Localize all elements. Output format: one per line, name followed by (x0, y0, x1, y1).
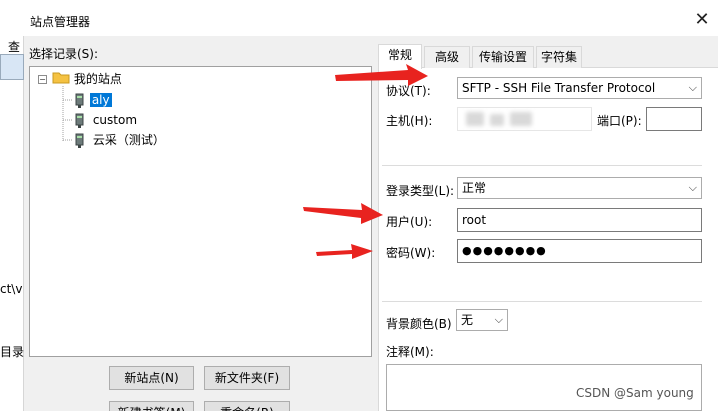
logon-type-value: 正常 (462, 181, 487, 195)
bg-color-label: 背景颜色(B) (386, 317, 452, 331)
tab-transfer-settings[interactable]: 传输设置 (472, 46, 534, 68)
rename-button[interactable]: 重命名(R) (204, 401, 290, 411)
user-label: 用户(U): (386, 215, 433, 229)
tree-connector-lines (62, 86, 72, 142)
watermark: CSDN @Sam young (576, 386, 694, 400)
logon-type-label: 登录类型(L): (386, 184, 455, 198)
tree-item-aly[interactable]: aly (74, 91, 112, 109)
tree-item-yuncai[interactable]: 云采（测试） (74, 131, 165, 149)
comments-label: 注释(M): (386, 345, 434, 359)
redacted-host-mark (466, 112, 484, 126)
tree-item-custom[interactable]: custom (74, 111, 137, 129)
separator (382, 165, 702, 166)
tree-item-label: aly (89, 93, 112, 107)
dropdown-arrow-icon: ⌵ (688, 81, 697, 94)
host-label: 主机(H): (386, 114, 433, 128)
close-icon[interactable]: ✕ (690, 8, 714, 32)
password-input[interactable]: ●●●●●●●● (457, 239, 702, 263)
dropdown-arrow-icon: ⌵ (688, 181, 697, 194)
redacted-host-mark (510, 112, 532, 126)
server-icon (75, 93, 84, 108)
redacted-host-mark (490, 114, 504, 126)
protocol-label: 协议(T): (386, 84, 431, 98)
bg-color-select[interactable]: 无 ⌵ (456, 309, 508, 331)
tree-item-label: 云采（测试） (92, 133, 165, 147)
new-folder-button[interactable]: 新文件夹(F) (204, 366, 290, 390)
server-icon (75, 133, 84, 148)
tab-general[interactable]: 常规 (378, 44, 422, 69)
port-input[interactable] (646, 107, 702, 131)
new-bookmark-button[interactable]: 新建书签(M) (109, 401, 194, 411)
tab-charset[interactable]: 字符集 (536, 46, 582, 68)
bg-color-value: 无 (461, 313, 474, 327)
background-status-fragment: 目录。 (0, 345, 24, 359)
tree-item-label: custom (92, 113, 138, 127)
protocol-value: SFTP - SSH File Transfer Protocol (462, 81, 656, 95)
new-site-button[interactable]: 新站点(N) (109, 366, 194, 390)
protocol-select[interactable]: SFTP - SSH File Transfer Protocol ⌵ (457, 77, 702, 99)
server-icon (75, 113, 84, 128)
port-label: 端口(P): (597, 114, 642, 128)
password-label: 密码(W): (386, 246, 436, 260)
tab-advanced[interactable]: 高级 (424, 46, 470, 68)
user-input[interactable]: root (457, 208, 702, 232)
site-manager-dialog: 查 ct\v 目录。 站点管理器 ✕ 选择记录(S): − 我的站点 aly (0, 0, 718, 411)
background-path-fragment: ct\v (0, 282, 23, 296)
separator (382, 301, 702, 302)
logon-type-select[interactable]: 正常 ⌵ (457, 177, 702, 199)
dropdown-arrow-icon: ⌵ (494, 313, 503, 326)
